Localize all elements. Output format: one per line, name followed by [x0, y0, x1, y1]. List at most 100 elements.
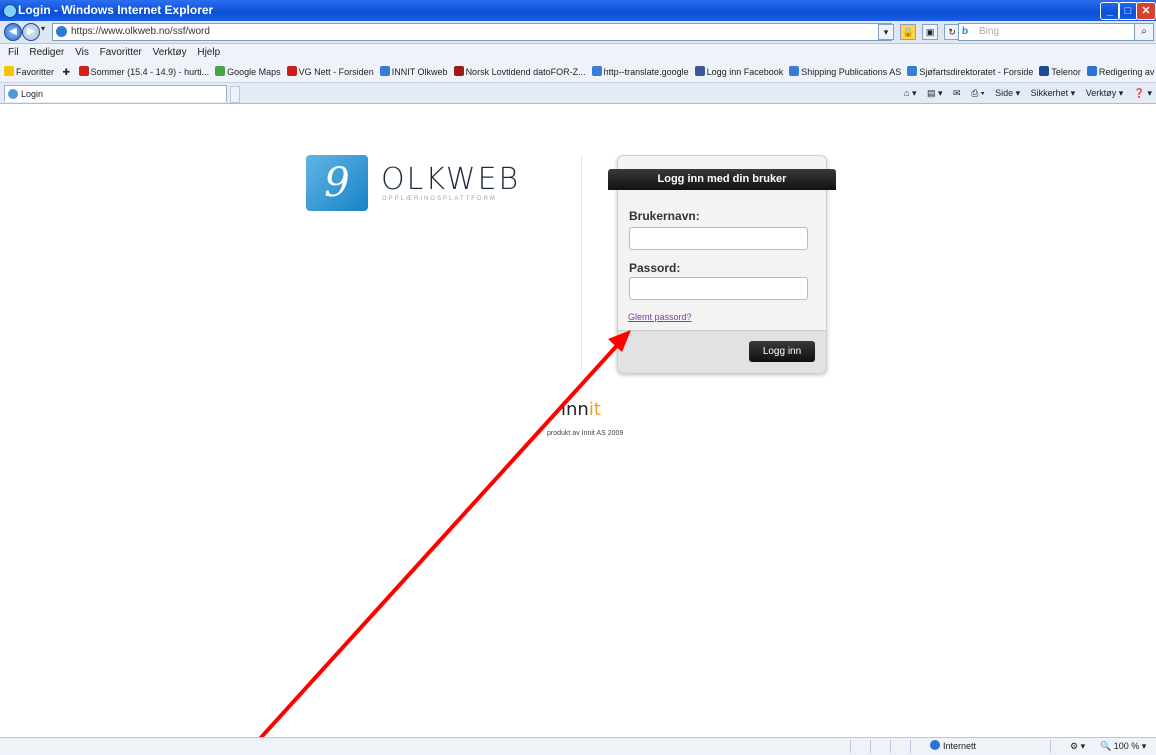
menu-bar: Fil Rediger Vis Favoritter Verktøy Hjelp: [0, 44, 1156, 63]
favorite-item-icon: [215, 66, 226, 76]
login-button[interactable]: Logg inn: [749, 341, 815, 362]
favorite-item[interactable]: Sommer (15.4 - 14.9) - hurti...: [78, 62, 210, 82]
favorite-item-label: VG Nett - Forsiden: [298, 67, 374, 77]
favorite-item-icon: [1039, 66, 1050, 76]
username-field[interactable]: [629, 227, 808, 250]
home-icon[interactable]: ⌂ ▾: [904, 88, 916, 98]
protected-mode-icon[interactable]: ⚙ ▾: [1070, 738, 1085, 755]
address-field[interactable]: https://www.olkweb.no/ssf/word: [52, 23, 892, 41]
menu-item-help[interactable]: Hjelp: [197, 47, 220, 58]
favorite-item-label: Redigering av hjemmeside: [1098, 67, 1156, 77]
favorite-item-icon: [286, 66, 297, 76]
favorite-item-label: Telenor: [1051, 67, 1081, 77]
globe-icon: [930, 740, 940, 750]
login-panel: Logg inn med din bruker Brukernavn: Pass…: [608, 155, 836, 373]
logo-subtitle: OPPLÆRINGSPLATTFORM: [382, 196, 497, 202]
minimize-button[interactable]: _: [1100, 2, 1120, 20]
new-tab-button[interactable]: [230, 86, 240, 103]
favorite-item[interactable]: VG Nett - Forsiden: [286, 62, 374, 82]
menu-item-edit[interactable]: Rediger: [29, 47, 64, 58]
help-icon[interactable]: ❓ ▾: [1134, 88, 1152, 98]
favorite-item-label: INNIT Olkweb: [391, 67, 448, 77]
star-icon: [4, 66, 14, 76]
maximize-button[interactable]: □: [1118, 2, 1138, 20]
ie-icon: [3, 4, 17, 18]
favorite-item[interactable]: Telenor: [1039, 62, 1081, 82]
favorite-item[interactable]: Sjøfartsdirektoratet - Forside: [907, 62, 1033, 82]
menu-item-favorites[interactable]: Favoritter: [100, 47, 142, 58]
password-label: Passord:: [629, 261, 681, 275]
favorite-item-label: Norsk Lovtidend datoFOR-Z...: [465, 67, 586, 77]
favorites-bar: Favoritter ✚ Sommer (15.4 - 14.9) - hurt…: [0, 62, 1156, 83]
menu-item-view[interactable]: Vis: [75, 47, 89, 58]
close-button[interactable]: ✕: [1136, 2, 1156, 20]
tab-login[interactable]: Login: [4, 85, 227, 102]
favorite-item-label: Sjøfartsdirektoratet - Forside: [919, 67, 1034, 77]
mail-icon[interactable]: ✉: [953, 88, 961, 98]
favorites-list: Sommer (15.4 - 14.9) - hurti... Google Ma…: [78, 66, 1156, 77]
tab-page-icon: [8, 89, 18, 99]
search-placeholder: Bing: [979, 26, 1000, 37]
command-tools[interactable]: Verktøy ▾: [1086, 88, 1124, 98]
innit-tagline: produkt av Innit AS 2009: [547, 430, 624, 437]
favorite-item-label: Sommer (15.4 - 14.9) - hurti...: [90, 67, 210, 77]
command-security[interactable]: Sikkerhet ▾: [1031, 88, 1076, 98]
print-icon[interactable]: ⎙ ▾: [971, 88, 984, 98]
favorites-button[interactable]: Favoritter: [4, 62, 54, 82]
favorite-item[interactable]: Shipping Publications AS: [789, 62, 901, 82]
feeds-icon[interactable]: ▤ ▾: [927, 88, 943, 98]
username-label: Brukernavn:: [629, 209, 700, 223]
innit-logo-suffix: it: [588, 399, 601, 420]
zoom-level: 100 %: [1113, 741, 1140, 751]
search-input[interactable]: b Bing: [958, 23, 1150, 41]
favorite-item-icon: [694, 66, 705, 76]
favorite-item-icon: [907, 66, 918, 76]
zoom-control[interactable]: 🔍 100 % ▾: [1100, 738, 1146, 755]
innit-logo-prefix: inn: [561, 399, 589, 420]
history-dropdown-icon[interactable]: ▾: [41, 24, 45, 33]
forward-button[interactable]: ▶: [22, 23, 40, 41]
favorite-item[interactable]: http--translate.google: [591, 62, 689, 82]
favorite-item-icon: [789, 66, 800, 76]
login-heading: Logg inn med din bruker: [608, 169, 836, 190]
add-favorite-icon[interactable]: ✚: [63, 62, 71, 82]
window-titlebar: Login - Windows Internet Explorer _ □ ✕: [0, 0, 1156, 21]
favorite-item-icon: [591, 66, 602, 76]
olkweb-logo-icon: 9: [306, 155, 368, 211]
favorite-item[interactable]: Logg inn Facebook: [694, 62, 783, 82]
menu-item-file[interactable]: Fil: [8, 47, 19, 58]
compatibility-icon[interactable]: ▣: [922, 24, 939, 40]
lock-icon[interactable]: 🔒: [900, 24, 917, 40]
favorite-item-label: http--translate.google: [603, 67, 689, 77]
favorite-item-label: Shipping Publications AS: [801, 67, 902, 77]
page-content: 9 OLKWEB OPPLÆRINGSPLATTFORM Logg inn me…: [0, 104, 1156, 737]
status-bar: Internett ⚙ ▾ 🔍 100 % ▾: [0, 737, 1156, 755]
back-button[interactable]: ◀: [4, 23, 22, 41]
address-toolbar: ◀ ▶ ▾ https://www.olkweb.no/ssf/word ▾ 🔒…: [0, 21, 1156, 44]
command-bar: ⌂ ▾ ▤ ▾ ✉ ⎙ ▾ Side ▾ Sikkerhet ▾ Verktøy…: [896, 86, 1152, 101]
favorite-item-icon: [453, 66, 464, 76]
address-dropdown-icon[interactable]: ▾: [878, 24, 894, 40]
search-icon[interactable]: ⌕: [1134, 23, 1154, 41]
favorite-item-label: Google Maps: [227, 67, 281, 77]
innit-logo: innit: [561, 399, 601, 420]
favorite-item[interactable]: Google Maps: [215, 62, 281, 82]
favorite-item[interactable]: INNIT Olkweb: [379, 62, 448, 82]
security-zone: Internett: [930, 738, 976, 755]
favorite-item[interactable]: Norsk Lovtidend datoFOR-Z...: [453, 62, 586, 82]
favorites-label: Favoritter: [16, 67, 55, 77]
logo-text: OLKWEB: [381, 162, 521, 197]
page-icon: [56, 26, 67, 37]
forgot-password-link[interactable]: Glemt passord?: [628, 312, 692, 322]
command-page[interactable]: Side ▾: [995, 88, 1020, 98]
tab-label: Login: [21, 89, 44, 99]
favorite-item-icon: [379, 66, 390, 76]
tab-bar: Login ⌂ ▾ ▤ ▾ ✉ ⎙ ▾ Side ▾ Sikkerhet ▾ V…: [0, 83, 1156, 104]
bing-icon: b: [962, 26, 969, 37]
password-field[interactable]: [629, 277, 808, 300]
menu-item-tools[interactable]: Verktøy: [153, 47, 187, 58]
address-url: https://www.olkweb.no/ssf/word: [71, 26, 210, 37]
favorite-item[interactable]: Redigering av hjemmeside: [1086, 62, 1156, 82]
favorite-item-icon: [1086, 66, 1097, 76]
favorite-item-icon: [78, 66, 89, 76]
